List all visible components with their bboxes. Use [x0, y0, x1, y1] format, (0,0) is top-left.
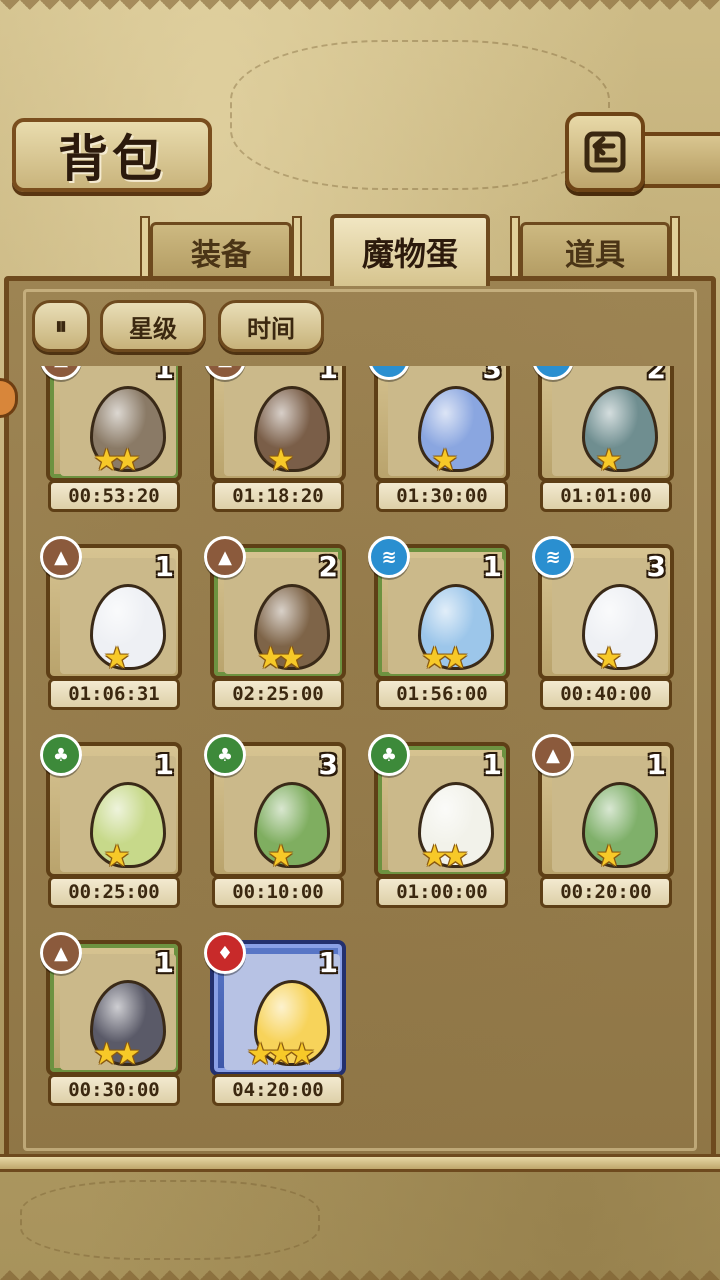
pause-toggle-icon: ⏸: [55, 312, 67, 340]
star-rating: ★: [595, 641, 623, 676]
back-button-bar: [640, 132, 720, 188]
egg-card[interactable]: ≋2★01:01:00: [532, 366, 674, 512]
map-decoration: [20, 1180, 320, 1260]
hatch-timer: 01:00:00: [376, 876, 508, 908]
egg-count: 1: [154, 748, 174, 781]
egg-count: 3: [318, 748, 338, 781]
egg-count: 1: [482, 748, 502, 781]
egg-count: 1: [154, 946, 174, 979]
sort-by-star-button[interactable]: 星级: [100, 300, 206, 352]
star-rating: ★★: [93, 1037, 141, 1072]
tab-equipment[interactable]: 装备: [150, 222, 292, 278]
star-rating: ★: [595, 443, 623, 478]
element-wood-icon: ♣: [368, 734, 410, 776]
hatch-timer: 01:30:00: [376, 480, 508, 512]
egg-card[interactable]: ▲1★01:18:20: [204, 366, 346, 512]
egg-card[interactable]: ≋3★01:30:00: [368, 366, 510, 512]
egg-card[interactable]: ▲ 1 ★ 01:06:31: [40, 536, 182, 710]
star-rating: ★: [103, 839, 131, 874]
hatch-timer: 01:56:00: [376, 678, 508, 710]
element-wood-icon: ♣: [204, 734, 246, 776]
star-rating: ★: [267, 839, 295, 874]
star-rating: ★★: [93, 443, 141, 478]
hatch-timer: 01:01:00: [540, 480, 672, 512]
egg-card[interactable]: ♣ 1 ★★ 01:00:00: [368, 734, 510, 908]
hatch-timer: 00:53:20: [48, 480, 180, 512]
tab-equipment-label: 装备: [191, 237, 251, 273]
tab-post: [292, 216, 302, 280]
egg-count: 1: [318, 366, 338, 385]
element-earth-icon: ▲: [40, 932, 82, 974]
hatch-timer: 00:40:00: [540, 678, 672, 710]
hatch-timer: 02:25:00: [212, 678, 344, 710]
star-rating: ★: [431, 443, 459, 478]
egg-count: 1: [154, 550, 174, 583]
egg-count: 1: [318, 946, 338, 979]
hatch-timer: 00:10:00: [212, 876, 344, 908]
hatch-timer: 00:30:00: [48, 1074, 180, 1106]
panel-bottom-frame: [0, 1154, 720, 1172]
egg-card[interactable]: ≋ 3 ★ 00:40:00: [532, 536, 674, 710]
tab-items-label: 道具: [565, 237, 625, 273]
element-earth-icon: ▲: [204, 536, 246, 578]
element-earth-icon: ▲: [40, 536, 82, 578]
egg-count: 1: [646, 748, 666, 781]
egg-count: 3: [646, 550, 666, 583]
star-rating: ★: [595, 839, 623, 874]
hatch-timer: 00:20:00: [540, 876, 672, 908]
top-border-decoration: [0, 0, 720, 20]
back-button[interactable]: [565, 112, 645, 192]
page-title: 背包: [58, 129, 166, 188]
egg-count: 2: [646, 366, 666, 385]
egg-card[interactable]: ▲ 1 ★★ 00:30:00: [40, 932, 182, 1106]
egg-count: 1: [482, 550, 502, 583]
tab-items[interactable]: 道具: [520, 222, 670, 278]
back-arrow-icon: [584, 131, 626, 173]
egg-count: 2: [318, 550, 338, 583]
tab-post: [670, 216, 680, 280]
sort-toggle-button[interactable]: ⏸: [32, 300, 90, 352]
egg-card[interactable]: ≋ 1 ★★ 01:56:00: [368, 536, 510, 710]
sort-by-star-label: 星级: [129, 314, 177, 343]
hatch-timer: 01:06:31: [48, 678, 180, 710]
element-fire-icon: ♦: [204, 932, 246, 974]
egg-card[interactable]: ♣ 1 ★ 00:25:00: [40, 734, 182, 908]
star-rating: ★: [103, 641, 131, 676]
egg-grid: ▲1★★00:53:20▲1★01:18:20≋3★01:30:00≋2★01:…: [20, 366, 700, 1146]
hatch-timer: 01:18:20: [212, 480, 344, 512]
egg-card[interactable]: ▲1★★00:53:20: [40, 366, 182, 512]
sort-by-time-button[interactable]: 时间: [218, 300, 324, 352]
element-earth-icon: ▲: [532, 734, 574, 776]
tab-post: [140, 216, 150, 280]
egg-count: 1: [154, 366, 174, 385]
hatch-timer: 04:20:00: [212, 1074, 344, 1106]
map-decoration: [230, 40, 610, 190]
star-rating: ★: [267, 443, 295, 478]
tab-post: [510, 216, 520, 280]
element-water-icon: ≋: [532, 536, 574, 578]
bottom-border-decoration: [0, 1260, 720, 1280]
sort-by-time-label: 时间: [247, 314, 295, 343]
element-water-icon: ≋: [368, 536, 410, 578]
egg-count: 3: [482, 366, 502, 385]
element-wood-icon: ♣: [40, 734, 82, 776]
egg-card[interactable]: ▲ 2 ★★ 02:25:00: [204, 536, 346, 710]
tab-monster-eggs[interactable]: 魔物蛋: [330, 214, 490, 286]
tab-monster-eggs-label: 魔物蛋: [361, 235, 458, 273]
egg-card[interactable]: ▲ 1 ★ 00:20:00: [532, 734, 674, 908]
title-plate: 背包: [12, 118, 212, 192]
egg-card[interactable]: ♦ 1 ★★★ 04:20:00: [204, 932, 346, 1106]
egg-card[interactable]: ♣ 3 ★ 00:10:00: [204, 734, 346, 908]
hatch-timer: 00:25:00: [48, 876, 180, 908]
star-rating: ★★: [421, 839, 469, 874]
star-rating: ★★: [257, 641, 305, 676]
star-rating: ★★★: [246, 1037, 316, 1072]
star-rating: ★★: [421, 641, 469, 676]
